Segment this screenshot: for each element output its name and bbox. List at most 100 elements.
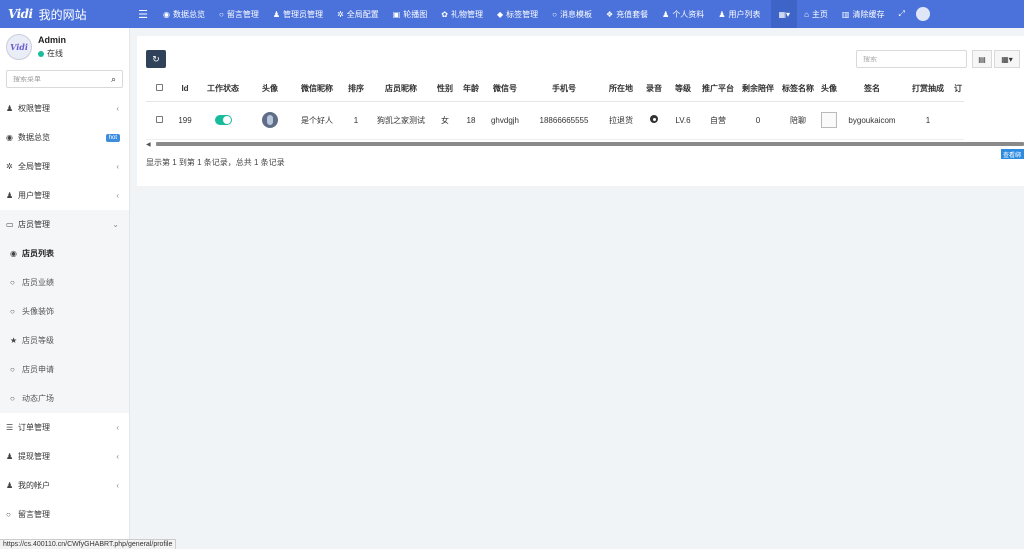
sidebar-item-label: 动态广场 [22, 394, 54, 403]
sidebar-item-withdraw[interactable]: ♟ 提现管理 ‹ [0, 442, 129, 471]
sidebar-item-users[interactable]: ♟ 用户管理 ‹ [0, 181, 129, 210]
row-checkbox[interactable] [155, 115, 163, 123]
tag-icon: ◆ [496, 9, 504, 19]
cell-nickname: 狗凯之家测试 [370, 101, 432, 140]
sidebar-item-avatar-decor[interactable]: ○ 头像装饰 [0, 297, 129, 326]
refresh-button[interactable]: ↻ [146, 50, 166, 68]
scroll-left-icon[interactable]: ◀ [146, 141, 154, 148]
fullscreen-button[interactable]: ⤢ [891, 0, 912, 28]
sidebar-item-staff[interactable]: ▭ 店员管理 ⌄ [0, 210, 129, 239]
search-icon[interactable]: ⌕ [111, 74, 116, 85]
play-audio-icon[interactable] [650, 115, 658, 123]
column-header[interactable]: 头像 [248, 76, 292, 102]
nav-tab-tags[interactable]: ◆ 标签管理 [490, 0, 545, 28]
refresh-icon: ↻ [152, 53, 160, 64]
nav-tab-admins[interactable]: ♟ 管理员管理 [266, 0, 330, 28]
sidebar-item-orders[interactable]: ☰ 订单管理 ‹ [0, 413, 129, 442]
cell-gender: 女 [432, 101, 458, 140]
sidebar-item-moments[interactable]: ○ 动态广场 [0, 384, 129, 413]
column-header[interactable]: 等级 [668, 76, 698, 102]
sidebar-item-permissions[interactable]: ♟ 权限管理 ‹ [0, 94, 129, 123]
nav-tab-recharge[interactable]: ❖ 充值套餐 [599, 0, 655, 28]
sidebar-item-messages[interactable]: ○ 留言管理 [0, 500, 129, 529]
row-select-cell[interactable] [146, 101, 172, 140]
column-header[interactable]: 年龄 [458, 76, 484, 102]
column-header[interactable]: 工作状态 [198, 76, 248, 102]
sidebar-item-my-account[interactable]: ♟ 我的帐户 ‹ [0, 471, 129, 500]
column-header[interactable]: 头像 [818, 76, 840, 102]
column-header[interactable]: 订 [952, 76, 964, 102]
table-search-input[interactable] [863, 55, 960, 63]
sidebar-item-staff-performance[interactable]: ○ 店员业绩 [0, 268, 129, 297]
column-header[interactable]: 微信昵称 [292, 76, 342, 102]
nav-tab-user-list[interactable]: ♟ 用户列表 [711, 0, 767, 28]
home-label: 主页 [811, 9, 828, 19]
column-header[interactable]: 打赏抽成 [904, 76, 952, 102]
nav-tab-profile[interactable]: ♟ 个人资料 [655, 0, 711, 28]
column-header[interactable]: 签名 [840, 76, 904, 102]
column-header[interactable]: 性别 [432, 76, 458, 102]
chevron-left-icon: ‹ [116, 191, 119, 200]
circle-icon: ○ [10, 307, 15, 316]
columns-icon: ▦▾ [1001, 54, 1013, 64]
work-status-toggle[interactable] [214, 115, 232, 125]
group-icon: ♟ [6, 191, 14, 200]
gear-icon: ✲ [337, 9, 344, 19]
nav-tab-gifts[interactable]: ✿ 礼物管理 [434, 0, 490, 28]
staff-avatar-image[interactable] [262, 112, 278, 128]
nav-tab-msg-templates[interactable]: ○ 消息模板 [545, 0, 599, 28]
user-status: 在线 [38, 48, 66, 59]
list-view-icon: ▤ [978, 54, 986, 64]
user-avatar-top[interactable] [915, 7, 930, 21]
sidebar-item-staff-level[interactable]: ★ 店员等级 [0, 326, 129, 355]
column-header[interactable]: 标签名称 [778, 76, 818, 102]
column-header[interactable]: Id [172, 76, 198, 102]
cell-phone: 18866665555 [526, 101, 602, 140]
sidebar-item-staff-list[interactable]: ◉ 店员列表 [0, 239, 129, 268]
column-header[interactable]: 排序 [342, 76, 370, 102]
nav-tab-label: 消息模板 [559, 9, 592, 19]
horizontal-scrollbar[interactable]: ◀ [146, 140, 1024, 148]
menu-toggle-icon[interactable]: ☰ [130, 8, 156, 21]
select-all-checkbox[interactable] [155, 83, 163, 91]
sidebar-item-dashboard[interactable]: ◉ 数据总览 hot [0, 123, 129, 152]
site-name: 我的网站 [38, 7, 87, 22]
column-header[interactable]: 手机号 [526, 76, 602, 102]
columns-dropdown-button[interactable]: ▦▾ [994, 50, 1020, 68]
select-all-cell[interactable] [146, 76, 172, 102]
column-header[interactable]: 录音 [640, 76, 668, 102]
scrollbar-thumb[interactable] [156, 142, 1024, 146]
cell-platform: 自营 [698, 101, 738, 140]
row-action-button[interactable]: 查看绑 [1001, 149, 1024, 159]
cell-work-status [198, 101, 248, 140]
top-nav-right: ▦▾ ⌂ 主页 ▥ 清除缓存 ⤢ [771, 0, 933, 28]
cogs-icon: ✲ [6, 162, 13, 171]
gift-icon: ✿ [441, 9, 448, 19]
column-header[interactable]: 所在地 [602, 76, 640, 102]
clear-cache-button[interactable]: ▥ 清除缓存 [834, 0, 892, 28]
tabs-dropdown-button[interactable]: ▦▾ [771, 0, 798, 28]
toggle-view-button[interactable]: ▤ [972, 50, 992, 68]
column-header[interactable]: 微信号 [484, 76, 526, 102]
column-header[interactable]: 推广平台 [698, 76, 738, 102]
column-header[interactable]: 剩余陪伴 [738, 76, 778, 102]
user-name: Admin [38, 35, 66, 45]
cubes-icon: ❖ [605, 9, 614, 19]
sidebar-item-label: 头像装饰 [22, 307, 54, 316]
nav-tab-messages[interactable]: ○ 留言管理 [212, 0, 266, 28]
column-header[interactable]: 店员昵称 [370, 76, 432, 102]
nav-tab-global-config[interactable]: ✲ 全局配置 [330, 0, 386, 28]
table-row[interactable]: 199 是个好人 1 狗凯之家测试 女 18 ghvdgjh 188666655… [146, 101, 964, 140]
hot-badge: hot [105, 133, 120, 142]
sidebar-item-global[interactable]: ✲ 全局管理 ‹ [0, 152, 129, 181]
nav-tab-label: 留言管理 [226, 9, 259, 19]
broken-image-icon[interactable] [821, 112, 837, 128]
site-logo[interactable]: Vidi 我的网站 [0, 0, 130, 28]
cell-wx-nickname: 是个好人 [292, 101, 342, 140]
trash-icon: ▥ [841, 9, 850, 19]
home-link[interactable]: ⌂ 主页 [797, 0, 835, 28]
nav-tab-carousel[interactable]: ▣ 轮播图 [386, 0, 435, 28]
sidebar-item-staff-apply[interactable]: ○ 店员申请 [0, 355, 129, 384]
menu-search-input[interactable] [13, 75, 103, 83]
nav-tab-dashboard[interactable]: ◉ 数据总览 [156, 0, 212, 28]
